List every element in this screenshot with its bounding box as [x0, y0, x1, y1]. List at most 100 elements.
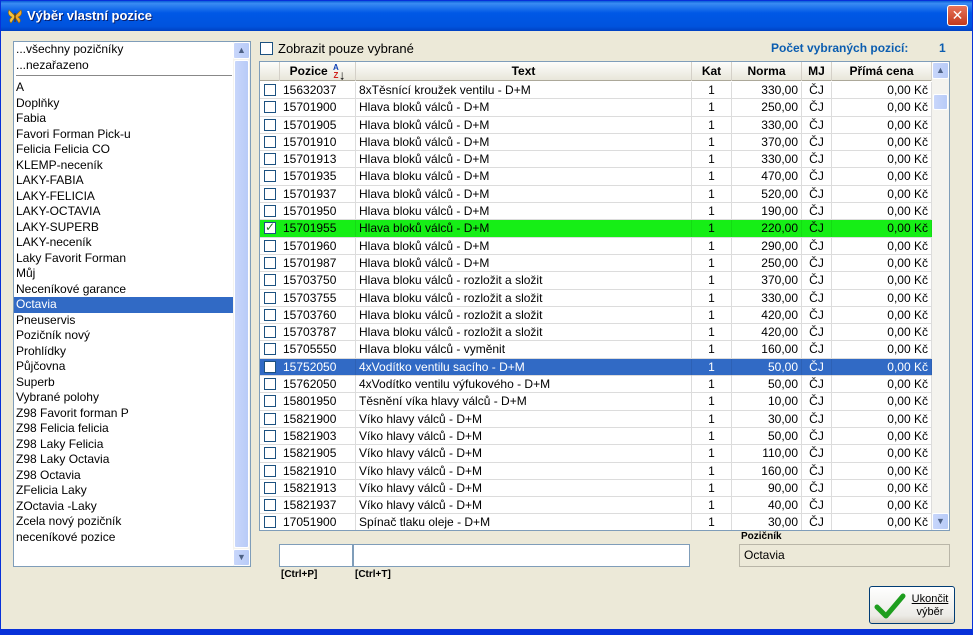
grid-scroll-up-button[interactable]: ▲ — [932, 62, 949, 79]
table-row[interactable]: 15701950 Hlava bloku válců - D+M 1 190,00 ČJ… — [260, 203, 933, 221]
row-checkbox[interactable] — [264, 516, 276, 529]
pozicnik-list-item[interactable]: LAKY-FELICIA — [14, 189, 234, 205]
row-checkbox[interactable] — [264, 153, 276, 166]
close-button[interactable]: ✕ — [947, 5, 968, 26]
row-checkbox[interactable] — [264, 429, 276, 442]
table-row[interactable]: 15801950 Těsnění víka hlavy válců - D+M 1 1… — [260, 393, 933, 411]
pozicnik-list-item[interactable]: Fabia — [14, 111, 234, 127]
row-checkbox[interactable] — [264, 499, 276, 512]
pozicnik-list-item[interactable]: Favori Forman Pick-u — [14, 127, 234, 143]
row-checkbox[interactable] — [264, 291, 276, 304]
pozicnik-list-item[interactable]: LAKY-OCTAVIA — [14, 204, 234, 220]
table-row[interactable]: 15701987 Hlava bloků válců - D+M 1 250,00 ČJ… — [260, 254, 933, 273]
scroll-down-button[interactable]: ▼ — [233, 549, 250, 566]
show-selected-checkbox[interactable]: Zobrazit pouze vybrané — [260, 40, 414, 56]
pozicnik-list-item[interactable]: Z98 Felicia felicia — [14, 421, 234, 437]
pozice-search-input[interactable] — [279, 544, 353, 567]
row-checkbox[interactable] — [264, 360, 276, 373]
table-row[interactable]: 15701935 Hlava bloku válců - D+M 1 470,00 ČJ… — [260, 168, 933, 186]
pozicnik-list-item[interactable]: KLEMP-neceník — [14, 158, 234, 174]
row-checkbox[interactable] — [264, 274, 276, 287]
row-checkbox[interactable] — [264, 464, 276, 477]
row-checkbox[interactable] — [264, 135, 276, 148]
pozicnik-list-item[interactable]: Prohlídky — [14, 344, 234, 360]
header-kat[interactable]: Kat — [692, 62, 732, 81]
row-checkbox[interactable] — [264, 118, 276, 131]
row-checkbox[interactable] — [264, 308, 276, 321]
pozicnik-list-item[interactable]: LAKY-neceník — [14, 235, 234, 251]
row-checkbox[interactable] — [264, 84, 276, 96]
table-row[interactable]: 15701955Hlava bloků válců - D+M1220,00ČJ… — [260, 220, 933, 238]
table-row[interactable]: 15705550 Hlava bloku válců - vyměnit 1 160,… — [260, 341, 933, 359]
row-checkbox[interactable] — [264, 101, 276, 114]
row-checkbox[interactable] — [264, 343, 276, 356]
table-row[interactable]: 15701960 Hlava bloků válců - D+M 1 290,00 ČJ… — [260, 237, 933, 255]
header-mj[interactable]: MJ — [802, 62, 832, 81]
pozicnik-list[interactable]: ...všechny pozičníky ...nezařazeno A Doplňk… — [13, 41, 251, 567]
pozicnik-list-item[interactable]: Půjčovna — [14, 359, 234, 375]
pozicnik-list-item[interactable]: Felicia Felicia CO — [14, 142, 234, 158]
row-checkbox[interactable] — [264, 205, 276, 218]
pozicnik-list-scrollbar[interactable]: ▲ ▼ — [233, 42, 250, 566]
pozicnik-list-item[interactable]: Vybrané polohy — [14, 390, 234, 406]
table-row[interactable]: 15701905 Hlava bloků válců - D+M 1 330,00 ČJ… — [260, 116, 933, 134]
row-checkbox[interactable] — [264, 447, 276, 460]
row-checkbox[interactable] — [264, 412, 276, 425]
row-checkbox[interactable] — [264, 395, 276, 408]
pozicnik-list-item[interactable]: Octavia — [14, 297, 234, 313]
pozicnik-list-item[interactable]: Pneuservis — [14, 313, 234, 329]
pozicnik-list-item[interactable]: ...nezařazeno — [14, 58, 234, 74]
table-row[interactable]: 15701910 Hlava bloků válců - D+M 1 370,00 ČJ… — [260, 133, 933, 152]
scroll-up-button[interactable]: ▲ — [233, 42, 250, 59]
table-row[interactable]: 15632037 8xTěsnící kroužek ventilu - D+M 1… — [260, 82, 933, 100]
pozicnik-list-item[interactable]: Pozičník nový — [14, 328, 234, 344]
pozicnik-list-item[interactable]: ZFelicia Laky — [14, 483, 234, 499]
table-row[interactable]: 15752050 4xVodítko ventilu sacího - D+M 1 5… — [260, 358, 933, 377]
table-row[interactable]: 15821903 Víko hlavy válců - D+M 1 50,00 ČJ 0,… — [260, 427, 933, 446]
table-row[interactable]: 15703750 Hlava bloku válců - rozložit a s… — [260, 272, 933, 290]
pozicnik-list-item[interactable]: Doplňky — [14, 96, 234, 112]
pozicnik-list-item[interactable]: Zcela nový pozičník — [14, 514, 234, 530]
pozicnik-list-item[interactable]: Můj — [14, 266, 234, 282]
grid-scroll-down-button[interactable]: ▼ — [932, 513, 949, 530]
text-search-input[interactable] — [353, 544, 690, 567]
row-checkbox[interactable] — [264, 378, 276, 391]
pozicnik-list-item[interactable]: Z98 Laky Felicia — [14, 437, 234, 453]
pozicnik-list-item[interactable]: Z98 Laky Octavia — [14, 452, 234, 468]
table-row[interactable]: 15821905 Víko hlavy válců - D+M 1 110,00 ČJ 0… — [260, 445, 933, 463]
table-row[interactable]: 17051900 Spínač tlaku oleje - D+M 1 30,00 ČJ… — [260, 514, 933, 530]
pozicnik-list-item[interactable]: LAKY-SUPERB — [14, 220, 234, 236]
pozicnik-list-item[interactable]: Neceníkové garance — [14, 282, 234, 298]
table-row[interactable]: 15701937 Hlava bloků válců - D+M 1 520,00 ČJ… — [260, 185, 933, 204]
pozicnik-list-item[interactable]: A — [14, 80, 234, 96]
grid-scroll-thumb[interactable] — [933, 94, 948, 110]
pozicnik-list-item[interactable]: ZOctavia -Laky — [14, 499, 234, 515]
row-checkbox[interactable] — [264, 256, 276, 269]
pozicnik-list-item[interactable]: LAKY-FABIA — [14, 173, 234, 189]
table-row[interactable]: 15703787 Hlava bloku válců - rozložit a s… — [260, 324, 933, 342]
table-row[interactable]: 15821900 Víko hlavy válců - D+M 1 30,00 ČJ 0,… — [260, 410, 933, 428]
row-checkbox[interactable] — [264, 220, 276, 235]
title-bar[interactable]: Výběr vlastní pozice ✕ — [1, 1, 972, 31]
header-text[interactable]: Text — [356, 62, 692, 81]
header-norma[interactable]: Norma — [732, 62, 802, 81]
row-checkbox[interactable] — [264, 187, 276, 200]
table-row[interactable]: 15821937 Víko hlavy válců - D+M 1 40,00 ČJ 0,… — [260, 497, 933, 515]
table-row[interactable]: 15703755 Hlava bloku válců - rozložit a s… — [260, 289, 933, 307]
pozicnik-list-item[interactable]: Z98 Favorit forman P — [14, 406, 234, 422]
pozicnik-list-item[interactable]: Z98 Octavia — [14, 468, 234, 484]
show-selected-box[interactable] — [260, 41, 273, 55]
row-checkbox[interactable] — [264, 239, 276, 252]
header-prima-cena[interactable]: Přímá cena — [832, 62, 932, 81]
table-row[interactable]: 15703760 Hlava bloku válců - rozložit a s… — [260, 306, 933, 325]
end-selection-button[interactable]: Ukončit výběr — [869, 586, 955, 624]
grid-scrollbar[interactable]: ▲ ▼ — [932, 62, 949, 530]
header-pozice[interactable]: Pozice A Z ↓ — [280, 62, 356, 81]
positions-grid[interactable]: Pozice A Z ↓ Text Kat Norma MJ Přímá cena … — [259, 61, 950, 531]
row-checkbox[interactable] — [264, 170, 276, 183]
pozicnik-list-item[interactable]: neceníkové pozice — [14, 530, 234, 546]
scroll-thumb[interactable] — [234, 60, 249, 548]
table-row[interactable]: 15701900 Hlava bloků válců - D+M 1 250,00 ČJ… — [260, 99, 933, 117]
row-checkbox[interactable] — [264, 481, 276, 494]
table-row[interactable]: 15701913 Hlava bloků válců - D+M 1 330,00 ČJ… — [260, 151, 933, 169]
